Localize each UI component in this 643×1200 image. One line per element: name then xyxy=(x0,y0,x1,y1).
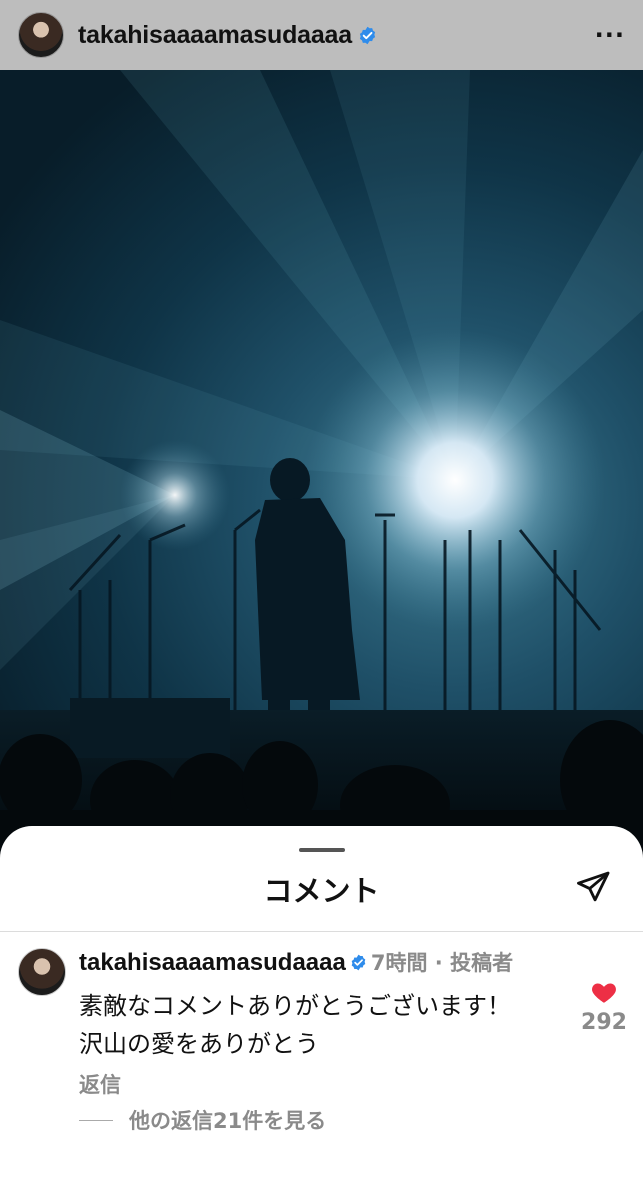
comment-text: 素敵なコメントありがとうございます！ 沢山の愛をありがとう xyxy=(79,987,559,1063)
comment-header: takahisaaaamasudaaaa 7時間 · 投稿者 xyxy=(79,946,559,981)
view-replies-label: 他の返信21件を見る xyxy=(129,1109,327,1133)
comment-text-line: 沢山の愛をありがとう xyxy=(79,1030,319,1058)
comment-username[interactable]: takahisaaaamasudaaaa xyxy=(79,949,346,976)
avatar[interactable] xyxy=(18,948,66,996)
more-horizontal-icon[interactable]: ··· xyxy=(595,21,625,49)
post-header: takahisaaaamasudaaaa ··· xyxy=(0,0,643,70)
comments-sheet: コメント takahisaaaamasudaaaa 7時間 · 投稿者 素敵なコメ… xyxy=(0,826,643,1200)
sheet-drag-handle[interactable] xyxy=(299,848,345,852)
reply-button[interactable]: 返信 xyxy=(79,1069,559,1099)
like-count: 292 xyxy=(581,1010,627,1035)
sheet-title: コメント xyxy=(263,874,380,908)
verified-badge-icon xyxy=(359,26,376,44)
verified-badge-icon xyxy=(351,954,366,971)
view-replies-button[interactable]: 他の返信21件を見る xyxy=(79,1105,559,1135)
post-username[interactable]: takahisaaaamasudaaaa xyxy=(78,21,352,50)
concert-stage-image xyxy=(0,70,643,860)
post-photo[interactable] xyxy=(0,70,643,860)
comment-meta: 7時間 · 投稿者 xyxy=(370,951,514,975)
heart-icon[interactable] xyxy=(591,980,617,1004)
replies-line xyxy=(79,1119,113,1121)
comment-text-line: 素敵なコメントありがとうございます！ xyxy=(79,992,511,1020)
paper-plane-icon[interactable] xyxy=(574,868,612,906)
like-control: 292 xyxy=(574,980,634,1035)
divider xyxy=(0,931,643,932)
avatar[interactable] xyxy=(18,12,64,58)
comment-body: takahisaaaamasudaaaa 7時間 · 投稿者 素敵なコメントありが… xyxy=(79,946,559,1135)
